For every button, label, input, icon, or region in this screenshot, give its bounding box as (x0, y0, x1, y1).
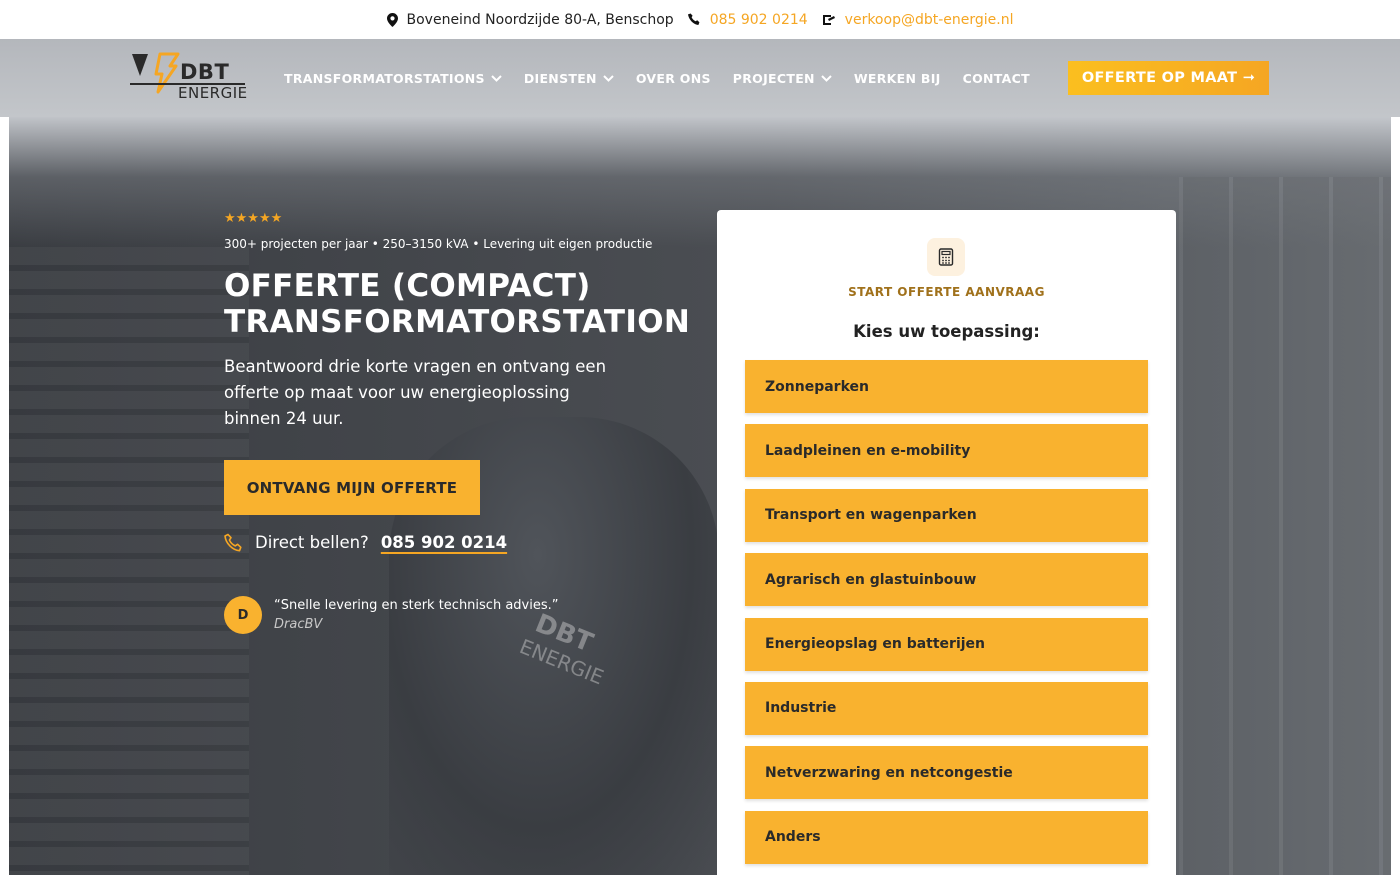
top-contact-bar: Boveneind Noordzijde 80-A, Benschop 085 … (0, 0, 1400, 39)
nav-label: CONTACT (962, 70, 1030, 86)
phone-link[interactable]: 085 902 0214 (710, 12, 808, 28)
nav-item-projecten[interactable]: PROJECTEN (733, 71, 832, 86)
nav-label: WERKEN BIJ (853, 70, 941, 86)
call-line: Direct bellen? 085 902 0214 (224, 533, 507, 552)
nav-item-diensten[interactable]: DIENSTEN (524, 71, 614, 86)
review-author: DracBV (274, 617, 323, 632)
nav-item-contact[interactable]: CONTACT (963, 71, 1030, 86)
page-title-line2: TRANSFORMATORSTATION (224, 304, 691, 340)
page-title: OFFERTE (COMPACT) TRANSFORMATORSTATION (224, 268, 694, 340)
customer-review: D “Snelle levering en sterk technisch ad… (224, 596, 559, 634)
option-energieopslag[interactable]: Energieopslag en batterijen (745, 617, 1148, 671)
nav-item-transformatorstations[interactable]: TRANSFORMATORSTATIONS (284, 71, 502, 86)
nav-label: OVER ONS (635, 70, 711, 86)
nav-item-werken-bij[interactable]: WERKEN BIJ (854, 71, 941, 86)
option-industrie[interactable]: Industrie (745, 681, 1148, 735)
offerte-op-maat-button[interactable]: OFFERTE OP MAAT ➞ (1068, 61, 1269, 95)
logo-bolt-icon (132, 52, 180, 94)
calculator-icon-wrap (927, 238, 965, 276)
quote-form-card: START OFFERTE AANVRAAG Kies uw toepassin… (717, 210, 1176, 875)
main-nav: TRANSFORMATORSTATIONS DIENSTEN OVER ONS … (284, 39, 1030, 117)
chevron-down-icon (821, 74, 832, 82)
phone-icon (687, 13, 700, 25)
ontvang-offerte-button[interactable]: ONTVANG MIJN OFFERTE (224, 460, 480, 515)
location-pin-icon (386, 12, 398, 27)
nav-label: PROJECTEN (732, 70, 815, 86)
option-agrarisch[interactable]: Agrarisch en glastuinbouw (745, 553, 1148, 607)
address-item: Boveneind Noordzijde 80-A, Benschop (386, 11, 674, 28)
hero-bg-shutter (9, 247, 249, 875)
email-item[interactable]: verkoop@dbt-energie.nl (822, 12, 1014, 28)
review-quote: “Snelle levering en sterk technisch advi… (274, 598, 559, 613)
hero-bg-cabinet (1179, 177, 1391, 875)
hero-background: DBT ENERGIE (9, 117, 1391, 875)
call-prefix: Direct bellen? (255, 533, 369, 552)
page-title-line1: OFFERTE (COMPACT) (224, 268, 591, 304)
logo-sub: ENERGIE (178, 84, 248, 102)
form-heading: Kies uw toepassing: (853, 322, 1040, 341)
calculator-icon (938, 248, 954, 266)
option-anders[interactable]: Anders (745, 810, 1148, 864)
form-kicker: START OFFERTE AANVRAAG (848, 285, 1045, 299)
call-number-link[interactable]: 085 902 0214 (381, 533, 507, 552)
phone-outline-icon (224, 533, 242, 552)
nav-item-over-ons[interactable]: OVER ONS (636, 71, 711, 86)
application-options: Zonneparken Laadpleinen en e-mobility Tr… (745, 360, 1148, 875)
logo-brand: DBT (180, 60, 230, 84)
nav-label: DIENSTEN (523, 70, 597, 86)
hero-subtitle: Beantwoord drie korte vragen en ontvang … (224, 357, 607, 428)
site-header: DBT ENERGIE TRANSFORMATORSTATIONS DIENST… (0, 39, 1400, 117)
email-link[interactable]: verkoop@dbt-energie.nl (845, 12, 1014, 28)
chevron-down-icon (603, 74, 614, 82)
email-icon (822, 14, 835, 25)
nav-label: TRANSFORMATORSTATIONS (284, 70, 485, 86)
option-netverzwaring[interactable]: Netverzwaring en netcongestie (745, 746, 1148, 800)
option-zonneparken[interactable]: Zonneparken (745, 360, 1148, 413)
option-transport[interactable]: Transport en wagenparken (745, 488, 1148, 542)
usp-line: 300+ projecten per jaar • 250–3150 kVA •… (224, 237, 653, 251)
phone-item[interactable]: 085 902 0214 (687, 12, 808, 28)
rating-stars: ★★★★★ (224, 211, 283, 226)
avatar: D (224, 596, 262, 634)
chevron-down-icon (491, 74, 502, 82)
address-text: Boveneind Noordzijde 80-A, Benschop (406, 11, 674, 28)
option-laadpleinen[interactable]: Laadpleinen en e-mobility (745, 424, 1148, 478)
site-logo[interactable]: DBT ENERGIE (130, 50, 248, 106)
